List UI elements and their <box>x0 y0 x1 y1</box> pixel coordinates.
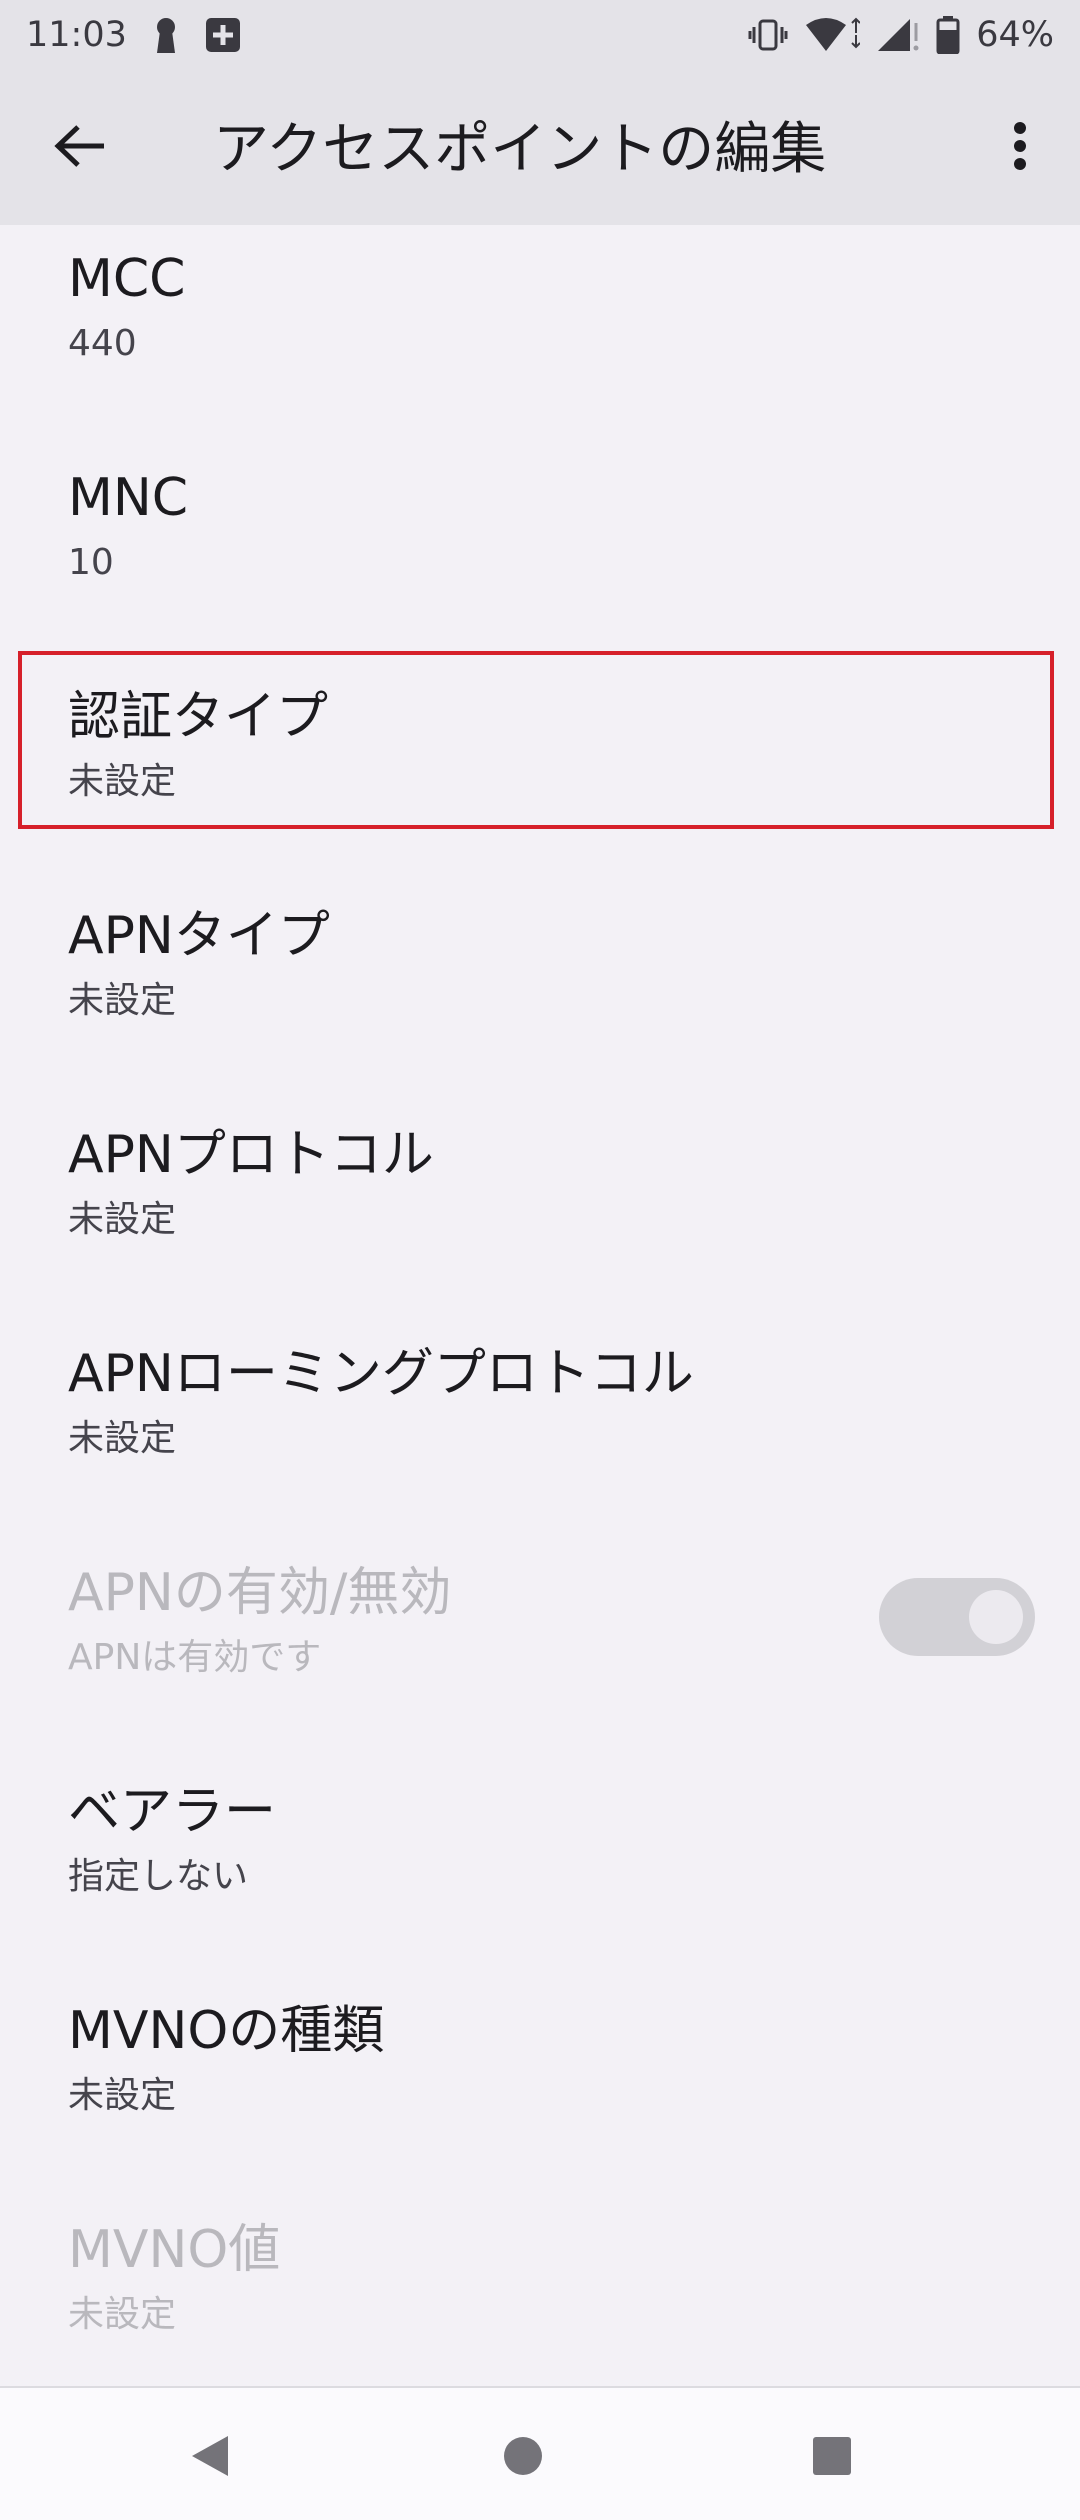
pref-summary: 未設定 <box>68 2075 177 2116</box>
pref-apn-roaming-protocol[interactable]: APNローミングプロトコル 未設定 <box>0 1320 1080 1540</box>
pref-title: MVNOの種類 <box>68 2001 385 2061</box>
pref-summary: 未設定 <box>68 1199 177 1240</box>
apn-enable-toggle <box>879 1578 1035 1656</box>
plus-square-icon <box>205 17 241 53</box>
pref-title: MVNO値 <box>68 2220 281 2280</box>
arrow-left-icon <box>54 124 106 172</box>
nav-back-button[interactable] <box>170 2418 250 2498</box>
more-options-button[interactable] <box>980 108 1060 188</box>
status-bar: 11:03 64% <box>0 0 1080 70</box>
keyhole-icon <box>153 17 179 53</box>
pref-title: APNローミングプロトコル <box>68 1344 694 1404</box>
app-bar: アクセスポイントの編集 <box>0 70 1080 225</box>
navigation-bar <box>0 2386 1080 2520</box>
pref-apn-type[interactable]: APNタイプ 未設定 <box>0 882 1080 1102</box>
pref-mvno-type[interactable]: MVNOの種類 未設定 <box>0 1977 1080 2197</box>
nav-recents-button[interactable] <box>792 2418 872 2498</box>
pref-title: ベアラー <box>68 1782 277 1842</box>
pref-title: APNの有効/無効 <box>68 1563 452 1623</box>
pref-title: MCC <box>68 249 186 309</box>
status-time: 11:03 <box>26 15 127 55</box>
pref-mnc[interactable]: MNC 10 <box>0 444 1080 664</box>
pref-title: MNC <box>68 468 189 528</box>
pref-summary: 10 <box>68 542 114 583</box>
more-vert-icon <box>1013 122 1027 174</box>
recents-square-icon <box>812 2436 852 2480</box>
highlight-box <box>18 651 1054 829</box>
pref-title: APNタイプ <box>68 906 330 966</box>
battery-icon <box>936 16 960 54</box>
home-circle-icon <box>503 2436 543 2480</box>
pref-summary: 指定しない <box>68 1856 249 1897</box>
nav-home-button[interactable] <box>483 2418 563 2498</box>
back-triangle-icon <box>190 2434 230 2482</box>
pref-mvno-value: MVNO値 未設定 <box>0 2196 1080 2416</box>
wifi-icon <box>804 17 861 53</box>
battery-percent: 64% <box>976 15 1054 55</box>
signal-icon <box>876 17 920 53</box>
pref-apn-protocol[interactable]: APNプロトコル 未設定 <box>0 1101 1080 1321</box>
back-button[interactable] <box>40 108 120 188</box>
pref-summary: 未設定 <box>68 980 177 1021</box>
vibrate-icon <box>748 19 788 51</box>
toggle-knob <box>969 1590 1023 1644</box>
pref-summary: APNは有効です <box>68 1637 322 1678</box>
pref-summary: 440 <box>68 323 137 364</box>
pref-summary: 未設定 <box>68 2294 177 2335</box>
pref-mcc[interactable]: MCC 440 <box>0 225 1080 445</box>
pref-summary: 未設定 <box>68 1418 177 1459</box>
page-title: アクセスポイントの編集 <box>213 117 827 182</box>
pref-title: APNプロトコル <box>68 1125 434 1185</box>
pref-bearer[interactable]: ベアラー 指定しない <box>0 1758 1080 1978</box>
